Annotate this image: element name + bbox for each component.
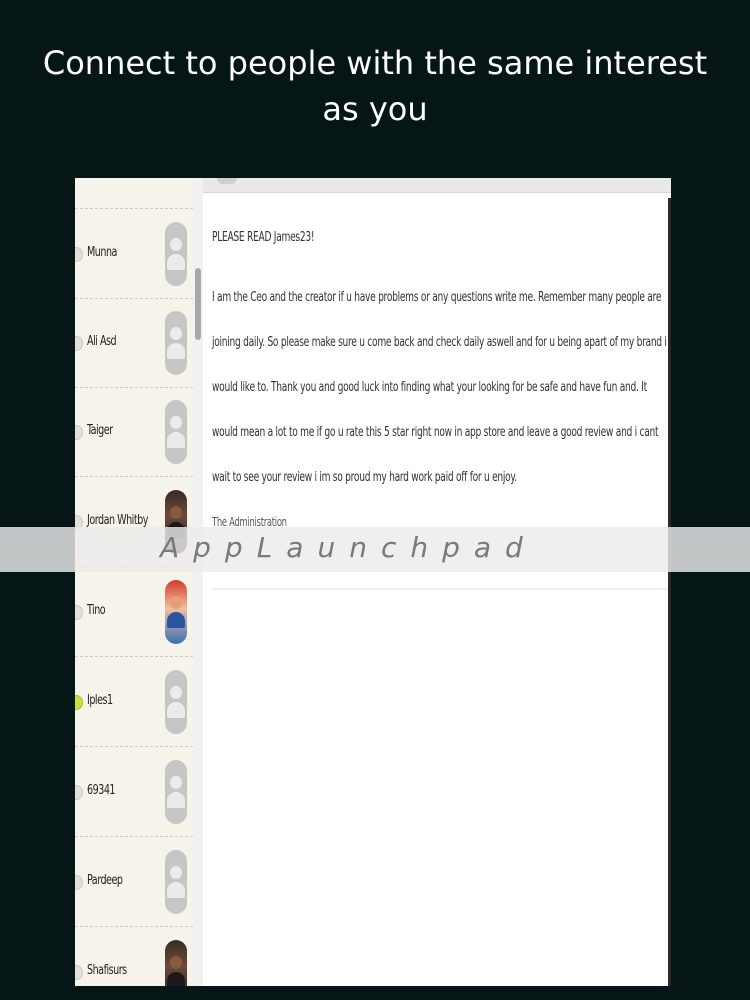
topbar-handle-icon bbox=[217, 178, 237, 184]
contact-name: Pardeep bbox=[87, 873, 123, 888]
message-divider bbox=[212, 588, 671, 590]
admin-message: PLEASE READ James23! I am the Ceo and th… bbox=[212, 230, 667, 560]
contact-partial[interactable] bbox=[75, 178, 193, 209]
message-line: I am the Ceo and the creator if u have p… bbox=[212, 290, 662, 305]
app-screenshot-frame: Munna Ali Asd Taiger Jordan Whitby Tino … bbox=[75, 178, 671, 986]
watermark-banner: AppLaunchpad bbox=[0, 527, 750, 572]
avatar[interactable] bbox=[165, 940, 187, 986]
contacts-sidebar: Munna Ali Asd Taiger Jordan Whitby Tino … bbox=[75, 178, 193, 986]
contact-name: 69341 bbox=[87, 783, 116, 798]
contact-item[interactable]: Munna bbox=[75, 210, 193, 299]
contact-name: Shafisurs bbox=[87, 963, 127, 978]
contact-item[interactable]: Shafisurs bbox=[75, 928, 193, 986]
message-topbar bbox=[203, 178, 671, 193]
default-avatar-icon[interactable] bbox=[165, 400, 187, 464]
contact-item[interactable]: Iples1 bbox=[75, 658, 193, 747]
watermark-text: AppLaunchpad bbox=[160, 531, 537, 564]
promo-headline: Connect to people with the same interest… bbox=[0, 40, 750, 132]
status-offline-icon bbox=[75, 425, 83, 440]
status-offline-icon bbox=[75, 875, 83, 890]
contact-name: Iples1 bbox=[87, 693, 113, 708]
default-avatar-icon[interactable] bbox=[165, 760, 187, 824]
panel-edge bbox=[668, 198, 671, 986]
status-offline-icon bbox=[75, 336, 83, 351]
status-offline-icon bbox=[75, 965, 83, 980]
contact-item[interactable]: Tino bbox=[75, 568, 193, 657]
status-offline-icon bbox=[75, 247, 83, 262]
status-online-icon bbox=[75, 695, 83, 710]
contact-name: Taiger bbox=[87, 423, 113, 438]
contact-name: Munna bbox=[87, 245, 117, 260]
message-line: would like to. Thank you and good luck i… bbox=[212, 380, 647, 395]
status-offline-icon bbox=[75, 785, 83, 800]
message-line: would mean a lot to me if go u rate this… bbox=[212, 425, 659, 440]
contact-item[interactable]: Taiger bbox=[75, 388, 193, 477]
contact-name: Tino bbox=[87, 603, 106, 618]
message-header: PLEASE READ James23! bbox=[212, 230, 315, 245]
avatar[interactable] bbox=[165, 580, 187, 644]
scrollbar-thumb[interactable] bbox=[195, 268, 201, 340]
sidebar-scrollbar[interactable] bbox=[193, 178, 203, 986]
contact-name: Jordan Whitby bbox=[87, 513, 148, 528]
default-avatar-icon[interactable] bbox=[165, 850, 187, 914]
contact-item[interactable]: Pardeep bbox=[75, 838, 193, 927]
message-line: joining daily. So please make sure u com… bbox=[212, 335, 667, 350]
contact-item[interactable]: Ali Asd bbox=[75, 299, 193, 388]
contact-item[interactable]: 69341 bbox=[75, 748, 193, 837]
message-line: wait to see your review i im so proud my… bbox=[212, 470, 517, 485]
default-avatar-icon[interactable] bbox=[165, 222, 187, 286]
default-avatar-icon[interactable] bbox=[165, 311, 187, 375]
contact-name: Ali Asd bbox=[87, 334, 117, 349]
status-offline-icon bbox=[75, 605, 83, 620]
headline-line-1: Connect to people with the same interest bbox=[42, 44, 708, 82]
default-avatar-icon[interactable] bbox=[165, 670, 187, 734]
headline-line-2: as you bbox=[322, 90, 428, 128]
